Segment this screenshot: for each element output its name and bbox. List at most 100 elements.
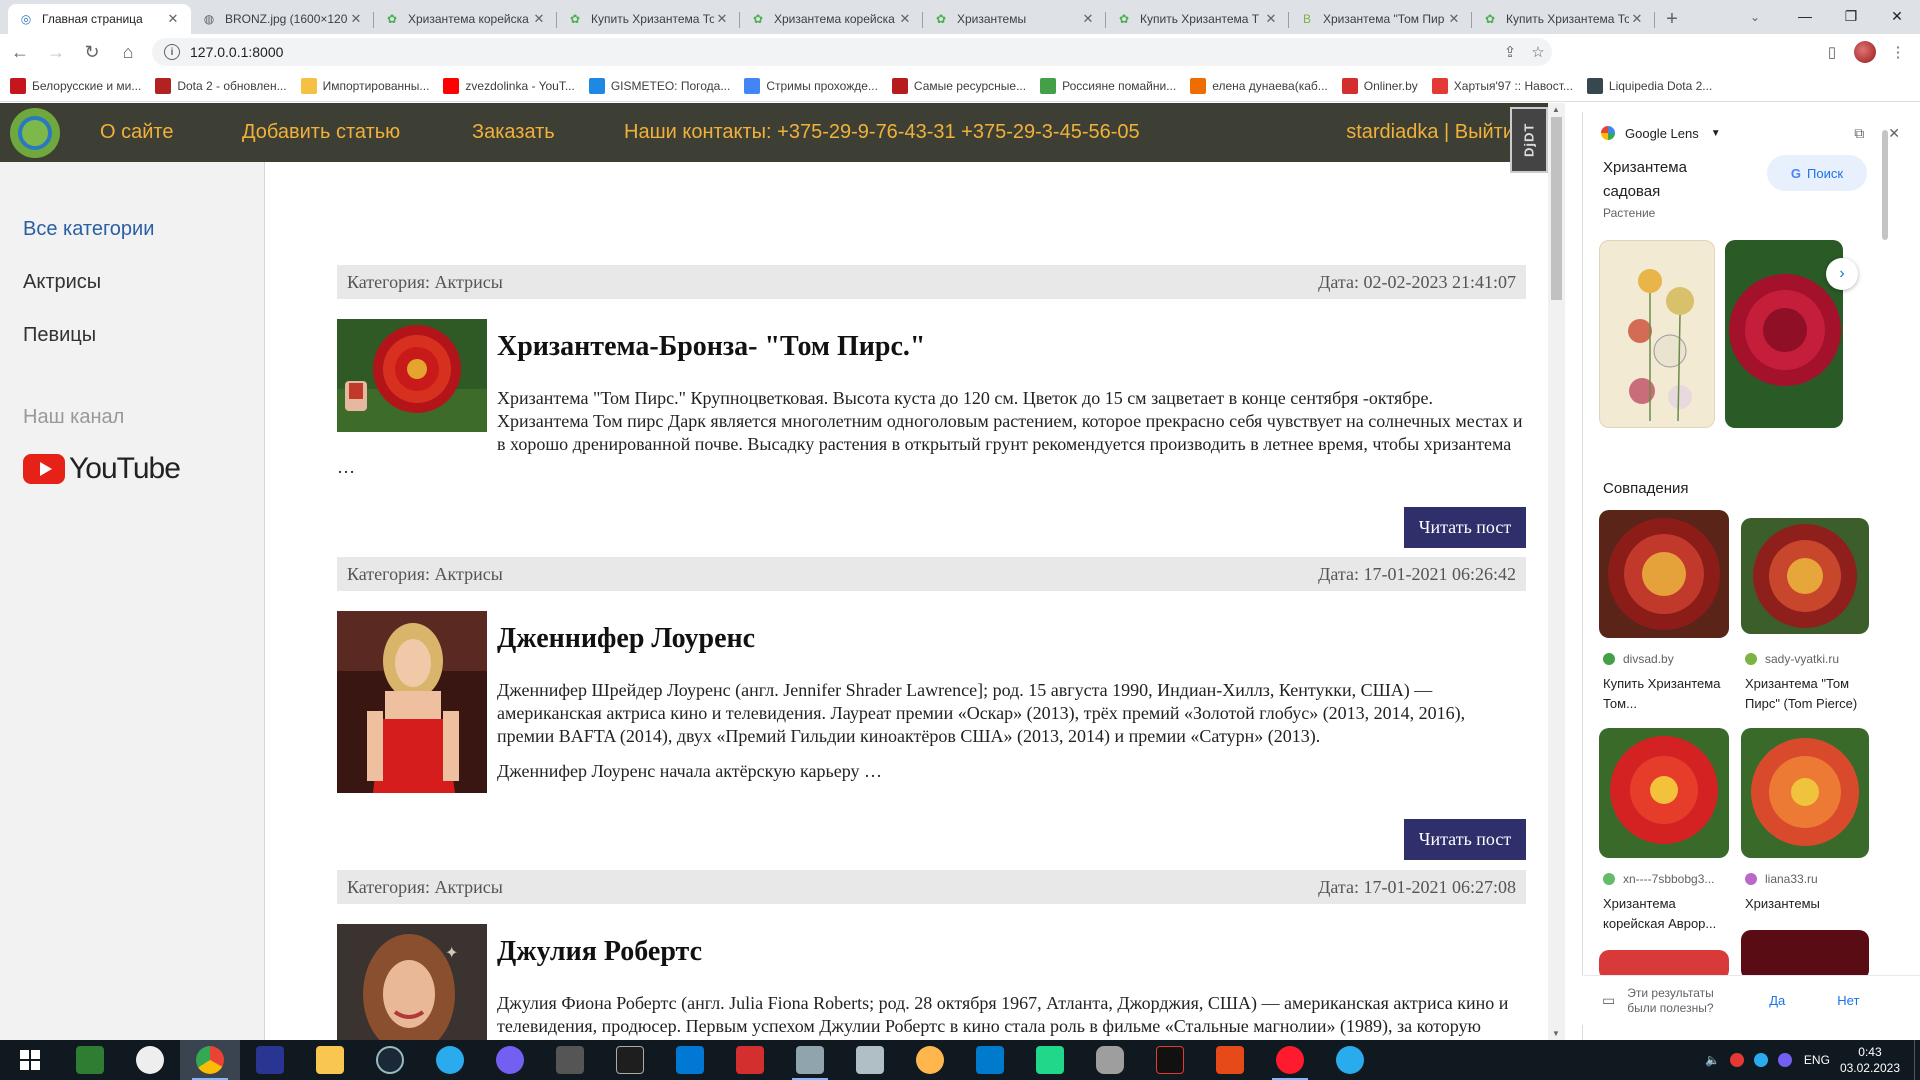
- post-title[interactable]: Джулия Робертс: [497, 936, 702, 968]
- feedback-yes-button[interactable]: Да: [1769, 993, 1785, 1008]
- match-image[interactable]: [1741, 930, 1869, 980]
- nav-about[interactable]: О сайте: [100, 121, 173, 144]
- tab-close-icon[interactable]: ✕: [1080, 11, 1096, 27]
- bookmark-item[interactable]: Onliner.by: [1341, 77, 1418, 94]
- taskbar-chrome-icon[interactable]: [180, 1040, 240, 1080]
- read-post-button[interactable]: Читать пост: [1404, 507, 1526, 548]
- tray-app-icon[interactable]: [1753, 1053, 1768, 1067]
- tray-viber-icon[interactable]: [1777, 1053, 1792, 1067]
- lens-search-button[interactable]: G Поиск: [1767, 155, 1867, 191]
- match-source[interactable]: liana33.ru: [1745, 872, 1818, 886]
- clock[interactable]: 0:43 03.02.2023: [1840, 1044, 1900, 1076]
- nav-contacts[interactable]: Наши контакты: +375-29-9-76-43-31 +375-2…: [624, 121, 1140, 144]
- tab-close-icon[interactable]: ✕: [1263, 11, 1279, 27]
- match-image[interactable]: [1599, 510, 1729, 638]
- taskbar-database-icon[interactable]: [1080, 1040, 1140, 1080]
- taskbar-ryzen-icon[interactable]: [1140, 1040, 1200, 1080]
- profile-avatar[interactable]: [1854, 41, 1876, 63]
- taskbar-office-icon[interactable]: [1200, 1040, 1260, 1080]
- lens-red-flower-image[interactable]: [1725, 240, 1843, 428]
- match-source[interactable]: divsad.by: [1603, 652, 1674, 666]
- volume-icon[interactable]: 🔈: [1705, 1053, 1720, 1067]
- taskbar-app-red-icon[interactable]: [720, 1040, 780, 1080]
- match-source[interactable]: xn----7sbbobg3...: [1603, 872, 1714, 886]
- browser-tab[interactable]: ◍ BRONZ.jpg (1600×120 ✕: [191, 4, 374, 34]
- start-button[interactable]: [0, 1040, 60, 1080]
- scroll-down-icon[interactable]: ▼: [1552, 1029, 1560, 1038]
- taskbar-viber-icon[interactable]: [480, 1040, 540, 1080]
- browser-tab[interactable]: ✿ Купить Хризантема То ✕: [557, 4, 740, 34]
- taskbar-app-icon[interactable]: [780, 1040, 840, 1080]
- network-icon[interactable]: [1729, 1053, 1744, 1067]
- post-title[interactable]: Дженнифер Лоуренс: [497, 623, 755, 655]
- tab-close-icon[interactable]: ✕: [165, 11, 181, 27]
- new-tab-button[interactable]: +: [1655, 4, 1689, 34]
- bookmark-item[interactable]: Dota 2 - обновлен...: [155, 77, 287, 94]
- read-post-button[interactable]: Читать пост: [1404, 819, 1526, 860]
- minimize-icon[interactable]: —: [1782, 0, 1828, 32]
- browser-tab[interactable]: ✿ Хризантема корейска ✕: [740, 4, 923, 34]
- match-image[interactable]: [1741, 518, 1869, 634]
- home-icon[interactable]: ⌂: [112, 36, 144, 68]
- taskbar-calculator-icon[interactable]: [540, 1040, 600, 1080]
- taskbar-telegram-icon[interactable]: [420, 1040, 480, 1080]
- bookmark-item[interactable]: Белорусские и ми...: [10, 77, 141, 94]
- scroll-up-icon[interactable]: ▲: [1552, 105, 1560, 114]
- site-logo[interactable]: [10, 108, 60, 158]
- tab-close-icon[interactable]: ✕: [714, 11, 730, 27]
- tab-close-icon[interactable]: ✕: [1446, 11, 1462, 27]
- taskbar-steam-icon[interactable]: [360, 1040, 420, 1080]
- bookmark-item[interactable]: Стримы прохожде...: [744, 77, 878, 94]
- browser-tab[interactable]: B Хризантема "Том Пир ✕: [1289, 4, 1472, 34]
- feedback-no-button[interactable]: Нет: [1837, 993, 1859, 1008]
- taskbar-app-icon[interactable]: [600, 1040, 660, 1080]
- nav-add-article[interactable]: Добавить статью: [242, 121, 400, 144]
- bookmark-item[interactable]: Самые ресурсные...: [891, 77, 1026, 94]
- site-info-icon[interactable]: i: [164, 44, 180, 60]
- bookmark-item[interactable]: елена дунаева(каб...: [1190, 77, 1328, 94]
- taskbar-vscode-icon[interactable]: [960, 1040, 1020, 1080]
- scrollbar-thumb[interactable]: [1551, 117, 1562, 300]
- tab-search-icon[interactable]: ⌄: [1740, 4, 1770, 30]
- taskbar-explorer-icon[interactable]: [300, 1040, 360, 1080]
- close-window-icon[interactable]: ✕: [1874, 0, 1920, 32]
- youtube-link[interactable]: YouTube: [23, 452, 181, 486]
- tab-close-icon[interactable]: ✕: [1629, 11, 1645, 27]
- tab-close-icon[interactable]: ✕: [897, 11, 913, 27]
- taskbar-telegram-icon[interactable]: [1320, 1040, 1380, 1080]
- lens-scrollbar[interactable]: [1882, 130, 1888, 240]
- match-caption[interactable]: Хризантема "Том Пирс" (Tom Pierce): [1745, 674, 1875, 714]
- maximize-icon[interactable]: ❐: [1828, 0, 1874, 32]
- taskbar-save-app-icon[interactable]: [240, 1040, 300, 1080]
- bookmark-item[interactable]: Россияне помайни...: [1040, 77, 1176, 94]
- taskbar-app-icon[interactable]: [660, 1040, 720, 1080]
- lens-title[interactable]: Google Lens: [1625, 126, 1699, 141]
- browser-tab[interactable]: ✿ Хризантема корейска ✕: [374, 4, 557, 34]
- sidebar-item-singers[interactable]: Певицы: [23, 324, 96, 347]
- forward-icon[interactable]: →: [40, 36, 72, 68]
- browser-tab[interactable]: ✿ Хризантемы ✕: [923, 4, 1106, 34]
- bookmark-star-icon[interactable]: ☆: [1524, 43, 1552, 61]
- sidebar-item-actresses[interactable]: Актрисы: [23, 271, 101, 294]
- taskbar-paint-icon[interactable]: [900, 1040, 960, 1080]
- post-title[interactable]: Хризантема-Бронза- "Том Пирс.": [497, 331, 925, 363]
- taskbar-clock-app-icon[interactable]: [120, 1040, 180, 1080]
- nav-order[interactable]: Заказать: [472, 121, 555, 144]
- open-new-tab-icon[interactable]: ⧉: [1854, 125, 1864, 142]
- bookmark-item[interactable]: Хартыя'97 :: Навост...: [1431, 77, 1573, 94]
- sidebar-item-all-categories[interactable]: Все категории: [23, 218, 154, 241]
- bookmark-item[interactable]: zvezdolinka - YouT...: [443, 77, 575, 94]
- url-text[interactable]: 127.0.0.1:8000: [190, 44, 1496, 60]
- match-image[interactable]: [1599, 728, 1729, 858]
- user-logout-link[interactable]: stardiadka | Выйти: [1346, 121, 1514, 144]
- bookmark-item[interactable]: Импортированны...: [300, 77, 429, 94]
- match-image[interactable]: [1741, 728, 1869, 858]
- tab-close-icon[interactable]: ✕: [348, 11, 364, 27]
- back-icon[interactable]: ←: [4, 36, 36, 68]
- carousel-next-icon[interactable]: ›: [1826, 258, 1858, 290]
- browser-tab[interactable]: ✿ Купить Хризантема То ✕: [1472, 4, 1655, 34]
- tab-close-icon[interactable]: ✕: [531, 11, 547, 27]
- address-bar[interactable]: i 127.0.0.1:8000 ⇪ ☆: [152, 38, 1552, 66]
- browser-tab[interactable]: ✿ Купить Хризантема Т ✕: [1106, 4, 1289, 34]
- reload-icon[interactable]: ↻: [76, 36, 108, 68]
